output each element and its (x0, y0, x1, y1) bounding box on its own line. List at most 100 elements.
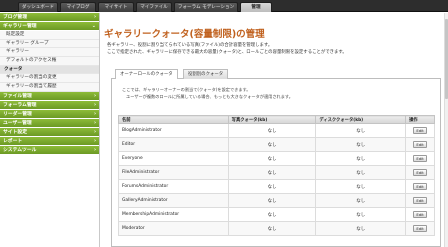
disk-quota-cell: なし (315, 137, 407, 152)
sidebar-section-8[interactable]: レポート › (0, 136, 99, 146)
edit-button[interactable]: Edit (413, 197, 427, 204)
chevron-right-icon: › (93, 137, 96, 144)
sidebar-section-label: ブログ管理 (3, 15, 27, 20)
top-navigation: ダッシュボード マイブログ マイサイト マイファイル フォーラム モデレーション 管理 (0, 0, 448, 12)
column-header-name[interactable]: 名前 (118, 115, 229, 124)
role-name-cell: Moderator (118, 221, 229, 236)
action-cell: Edit (405, 151, 435, 166)
sidebar-section-label: クォータ (4, 66, 23, 72)
disk-quota-cell: なし (315, 207, 407, 222)
page-description-line2: ここで指定された、ギャラリーに保存できる最大の容量(クォータ)と、ロールごとの容… (107, 50, 347, 55)
disk-quota-cell: なし (315, 123, 407, 138)
photo-quota-cell: なし (227, 137, 317, 152)
column-header-action: 操作 (405, 115, 435, 124)
nav-tab-2[interactable]: マイサイト (98, 2, 134, 12)
photo-quota-cell: なし (227, 193, 317, 208)
sidebar-item[interactable]: デフォルトのアクセス権 (0, 57, 99, 66)
sidebar-item[interactable]: ギャラリー グループ (0, 39, 99, 49)
chevron-right-icon: › (93, 14, 96, 20)
sidebar-item-quota[interactable]: クォータ (0, 65, 99, 75)
sidebar-section-4[interactable]: フォーラム管理 › (0, 100, 99, 110)
column-header-photo-quota[interactable]: 写真クォータ(kb) (227, 115, 317, 124)
role-name-cell: BlogAdministrator (118, 123, 229, 138)
quota-table: 名前 写真クォータ(kb) ディスククォータ(kb) 操作 BlogAdmini… (118, 115, 435, 236)
sidebar-section-7[interactable]: サイト設定 › (0, 127, 99, 137)
disk-quota-cell: なし (315, 193, 407, 208)
sidebar-section-9[interactable]: システムツール › (0, 145, 99, 155)
quota-panel: ここでは、ギャラリーオーナーの割当て(クォータ)を設定できます。 ユーザーが複数… (111, 79, 441, 247)
table-row: Editor なし なし Edit (118, 137, 435, 152)
sidebar-item[interactable]: ギャラリー (0, 48, 99, 58)
sidebar-section-3[interactable]: ファイル管理 › (0, 91, 99, 101)
sidebar-section-label: ファイル管理 (3, 93, 32, 99)
edit-button[interactable]: Edit (413, 127, 427, 134)
main-content: ギャラリークォータ(容量制限)の管理 各ギャラリー、役割に割り当てられている写真… (104, 13, 444, 247)
sidebar-section-label: リーダー管理 (3, 111, 32, 117)
chevron-right-icon: › (93, 128, 96, 135)
sidebar-item[interactable]: ギャラリーの割当て履歴 (0, 83, 99, 92)
photo-quota-cell: なし (227, 165, 317, 180)
table-row: BlogAdministrator なし なし Edit (118, 123, 435, 138)
photo-quota-cell: なし (227, 151, 317, 166)
table-row: Moderator なし なし Edit (118, 221, 435, 236)
action-cell: Edit (405, 193, 435, 208)
photo-quota-cell: なし (227, 221, 317, 236)
quota-tabs: オーナーロールのクォータ 役割別のクォータ (111, 69, 441, 80)
edit-button[interactable]: Edit (413, 155, 427, 162)
tab-role-quota[interactable]: 役割別のクォータ (183, 69, 229, 79)
edit-button[interactable]: Edit (413, 211, 427, 218)
page-title: ギャラリークォータ(容量制限)の管理 (104, 29, 265, 40)
sidebar-section-label: フォーラム管理 (3, 102, 37, 108)
admin-sidebar: ブログ管理 › ギャラリー管理 ⌄ 既定設定 ギャラリー グループ ギャラリー デフォルトのア… (0, 13, 100, 247)
page-description-line1: 各ギャラリー、役割に割り当てられている写真(ファイル)の合計容量を管理します。 (107, 43, 273, 48)
chevron-right-icon: › (93, 92, 96, 99)
role-name-cell: GalleryAdministrator (118, 193, 229, 208)
chevron-down-icon: ⌄ (91, 23, 96, 29)
sidebar-section-label: ギャラリー管理 (3, 24, 37, 29)
role-name-cell: FileAdministrator (118, 165, 229, 180)
edit-button[interactable]: Edit (413, 141, 427, 148)
sidebar-section-label: レポート (3, 138, 23, 144)
disk-quota-cell: なし (315, 165, 407, 180)
chevron-right-icon: › (93, 101, 96, 108)
sidebar-section-label: ユーザー管理 (3, 120, 32, 126)
action-cell: Edit (405, 123, 435, 138)
sidebar-item[interactable]: 既定設定 (0, 31, 99, 40)
column-header-disk-quota[interactable]: ディスククォータ(kb) (315, 115, 407, 124)
sidebar-section-5[interactable]: リーダー管理 › (0, 109, 99, 119)
action-cell: Edit (405, 179, 435, 194)
sidebar-section-label: サイト設定 (3, 129, 27, 135)
photo-quota-cell: なし (227, 179, 317, 194)
edit-button[interactable]: Edit (413, 183, 427, 190)
role-name-cell: Everyone (118, 151, 229, 166)
disk-quota-cell: なし (315, 221, 407, 236)
action-cell: Edit (405, 137, 435, 152)
chevron-right-icon: › (93, 119, 96, 126)
photo-quota-cell: なし (227, 123, 317, 138)
nav-tab-4[interactable]: フォーラム モデレーション (174, 2, 238, 12)
edit-button[interactable]: Edit (413, 169, 427, 176)
photo-quota-cell: なし (227, 207, 317, 222)
nav-tab-1[interactable]: マイブログ (60, 2, 96, 12)
edit-button[interactable]: Edit (413, 225, 427, 232)
disk-quota-cell: なし (315, 151, 407, 166)
sidebar-section-0[interactable]: ブログ管理 › (0, 13, 99, 22)
page-scrollbar[interactable] (444, 13, 448, 247)
sidebar-section-label: システムツール (3, 147, 37, 153)
table-row: Everyone なし なし Edit (118, 151, 435, 166)
chevron-right-icon: › (93, 146, 96, 153)
action-cell: Edit (405, 207, 435, 222)
role-name-cell: Editor (118, 137, 229, 152)
sidebar-section-6[interactable]: ユーザー管理 › (0, 118, 99, 128)
table-row: FileAdministrator なし なし Edit (118, 165, 435, 180)
nav-tab-3[interactable]: マイファイル (136, 2, 172, 12)
nav-tab-5[interactable]: 管理 (240, 2, 272, 12)
sidebar-item[interactable]: ギャラリーの割当の変更 (0, 74, 99, 84)
sidebar-section-1[interactable]: ギャラリー管理 ⌄ (0, 22, 99, 31)
table-row: GalleryAdministrator なし なし Edit (118, 193, 435, 208)
panel-description-line2: ユーザーが複数のロールに所属している場合、もっとも大きなクォータが適用されます。 (126, 94, 293, 99)
nav-tab-0[interactable]: ダッシュボード (18, 2, 58, 12)
chevron-right-icon: › (93, 110, 96, 117)
panel-description-line1: ここでは、ギャラリーオーナーの割当て(クォータ)を設定できます。 (122, 87, 251, 92)
table-row: ForumsAdministrator なし なし Edit (118, 179, 435, 194)
